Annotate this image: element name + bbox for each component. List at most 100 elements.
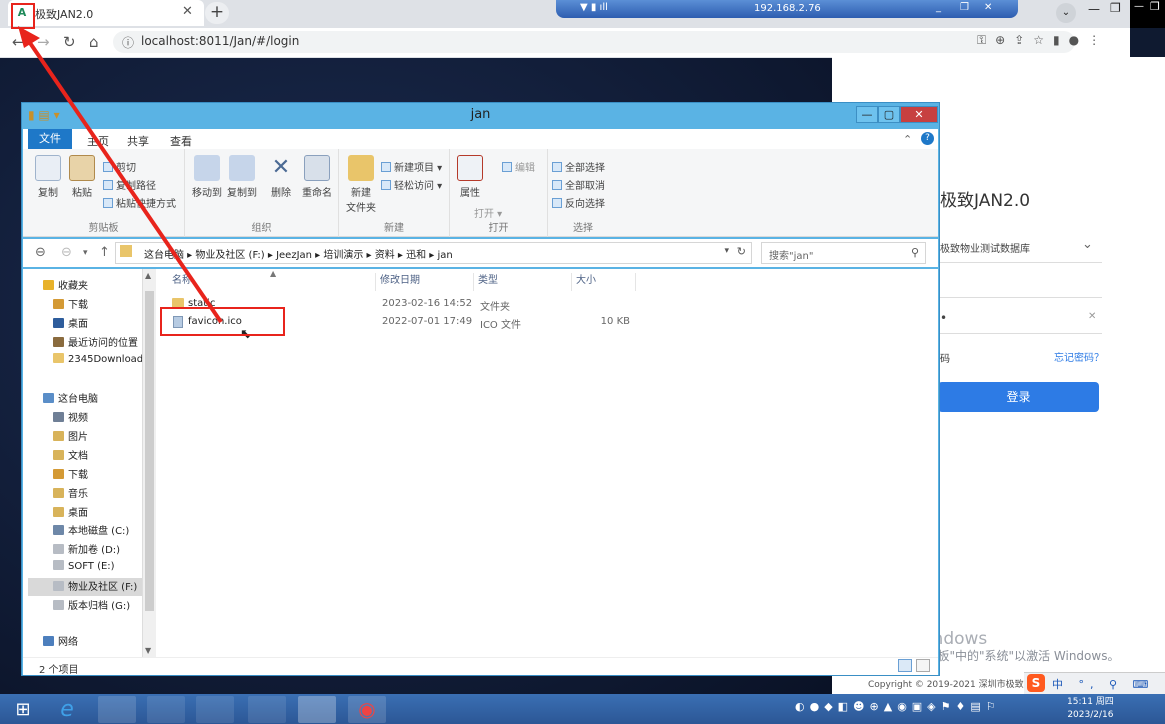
remote-minimize-icon[interactable]: — <box>1134 1 1144 12</box>
maximize-window-button[interactable]: ▢ <box>878 106 900 123</box>
remote-desktop-bar: ▼ ▮ ıll 192.168.2.76 _ ❐ ✕ <box>556 0 1018 18</box>
select-group: 全部选择 全部取消 反向选择 选择 <box>548 149 618 237</box>
database-select[interactable]: 极致物业测试数据库 <box>940 240 1030 255</box>
file-size: 10 KB <box>600 316 630 327</box>
group-label: 新建 <box>384 223 404 234</box>
new-item-icon <box>381 162 391 172</box>
select-all-button[interactable]: 全部选择 <box>552 159 605 174</box>
key-icon[interactable]: ⚿ <box>977 33 995 47</box>
status-bar: 2 个项目 <box>23 657 938 676</box>
group-label: 选择 <box>573 223 593 234</box>
open-group: 属性 编辑 打开 ▾ 打开 <box>450 149 548 237</box>
file-explorer-icon[interactable] <box>298 696 336 723</box>
column-date[interactable]: 修改日期 <box>376 273 474 291</box>
eye-off-icon[interactable]: ✕ <box>1088 311 1096 322</box>
file-type: 文件夹 <box>480 302 510 313</box>
menu-icon[interactable]: ⋮ <box>1088 33 1109 47</box>
easy-access-button[interactable]: 轻松访问 ▾ <box>381 177 442 192</box>
zoom-icon[interactable]: ⊕ <box>995 33 1014 47</box>
video-folder-icon <box>53 412 64 422</box>
properties-button[interactable]: 属性 <box>454 155 486 199</box>
collapse-ribbon-icon[interactable]: ⌃ <box>903 133 912 146</box>
network-icon <box>43 636 54 646</box>
help-icon[interactable]: ? <box>921 132 934 145</box>
system-tray[interactable]: ◐●◆◧☻⊕▲◉▣◈⚑♦▤⚐ <box>795 700 1001 713</box>
address-actions: ⚿⊕⇪☆▮●⋮ <box>977 33 1109 48</box>
scroll-down-icon[interactable]: ▼ <box>145 646 151 655</box>
restore-remote-icon[interactable]: ❐ <box>960 2 969 13</box>
clock-date: 2023/2/16 <box>1067 710 1114 720</box>
computer-icon <box>43 393 54 403</box>
pin-icon[interactable]: ▼ ▮ ıll <box>580 2 608 13</box>
remote-restore-icon[interactable]: ❐ <box>1150 0 1160 13</box>
clock-time: 15:11 周四 <box>1067 697 1114 707</box>
select-none-icon <box>552 180 562 190</box>
maximize-icon[interactable]: ❐ <box>1110 1 1121 15</box>
ime-status[interactable]: 中 °, ⚲ ⌨ <box>1052 676 1154 692</box>
profile-icon[interactable]: ● <box>1069 33 1088 47</box>
new-item-button[interactable]: 新建项目 ▾ <box>381 159 442 174</box>
start-button[interactable]: ⊞ <box>4 696 42 723</box>
ime-toolbar: S 中 °, ⚲ ⌨ <box>1024 672 1165 694</box>
column-type[interactable]: 类型 <box>474 273 572 291</box>
divider <box>938 333 1102 334</box>
column-size[interactable]: 大小 <box>572 273 636 291</box>
invert-icon <box>552 198 562 208</box>
copyright: Copyright © 2019-2021 深圳市极致科 <box>868 680 1033 690</box>
tab-search-icon[interactable]: ⌄ <box>1056 3 1076 23</box>
edit-icon <box>502 162 512 172</box>
details-view-icon[interactable] <box>898 659 912 672</box>
remote-ip: 192.168.2.76 <box>754 3 821 14</box>
file-date: 2023-02-16 14:52 <box>382 298 473 309</box>
new-folder-button[interactable]: 新建 文件夹 <box>344 155 378 214</box>
nav-item-selected[interactable]: 物业及社区 (F:) <box>28 578 142 596</box>
password-field[interactable]: • <box>940 311 947 325</box>
clock[interactable]: 15:11 周四 2023/2/16 <box>1067 696 1114 722</box>
pictures-folder-icon <box>53 431 64 441</box>
edit-button[interactable]: 编辑 <box>502 159 535 174</box>
minimize-icon[interactable]: — <box>1088 2 1100 16</box>
divider <box>938 262 1102 263</box>
annotation-arrow <box>18 26 223 324</box>
file-date: 2022-07-01 17:49 <box>382 316 473 327</box>
close-window-button[interactable]: ✕ <box>900 106 938 123</box>
minimize-remote-icon[interactable]: _ <box>936 2 941 13</box>
rename-icon <box>304 155 330 181</box>
password-label: 码 <box>940 354 950 365</box>
sogou-icon[interactable]: S <box>1027 674 1045 692</box>
properties-icon <box>457 155 483 181</box>
search-placeholder: 搜索"jan" <box>769 251 814 262</box>
rename-button[interactable]: 重命名 <box>299 155 335 199</box>
easy-access-icon <box>381 180 391 190</box>
minimize-window-button[interactable]: — <box>856 106 878 123</box>
chrome-icon[interactable]: ◉ <box>348 696 386 723</box>
search-input[interactable]: 搜索"jan" ⚲ <box>761 242 926 264</box>
group-label: 打开 <box>488 223 509 234</box>
chevron-down-icon[interactable]: ⌄ <box>1082 237 1093 252</box>
download-folder-icon <box>53 469 64 479</box>
drive-icon <box>53 600 64 610</box>
folder-icon <box>53 353 64 363</box>
bookmark-star-icon[interactable]: ☆ <box>1033 33 1053 47</box>
select-none-button[interactable]: 全部取消 <box>552 177 605 192</box>
drive-icon <box>53 525 64 535</box>
desktop-folder-icon <box>53 507 64 517</box>
forgot-password-link[interactable]: 忘记密码？ <box>1054 349 1104 364</box>
item-count: 2 个项目 <box>39 665 79 676</box>
server-manager-icon[interactable] <box>98 696 136 723</box>
large-icons-view-icon[interactable] <box>916 659 930 672</box>
select-all-icon <box>552 162 562 172</box>
chevron-down-icon[interactable]: ▾ <box>724 246 729 256</box>
refresh-icon[interactable]: ↻ <box>737 245 746 258</box>
share-icon[interactable]: ⇪ <box>1014 33 1033 47</box>
drive-icon <box>53 560 64 570</box>
sidebar-icon[interactable]: ▮ <box>1053 33 1069 47</box>
blank-app-icon[interactable] <box>147 696 185 723</box>
login-button[interactable]: 登录 <box>938 382 1099 412</box>
tools-icon[interactable] <box>196 696 234 723</box>
ie-icon[interactable]: e <box>48 696 86 723</box>
close-remote-icon[interactable]: ✕ <box>984 2 992 13</box>
open-button[interactable]: 打开 ▾ <box>474 205 502 220</box>
invert-selection-button[interactable]: 反向选择 <box>552 195 605 210</box>
shield-app-icon[interactable] <box>248 696 286 723</box>
